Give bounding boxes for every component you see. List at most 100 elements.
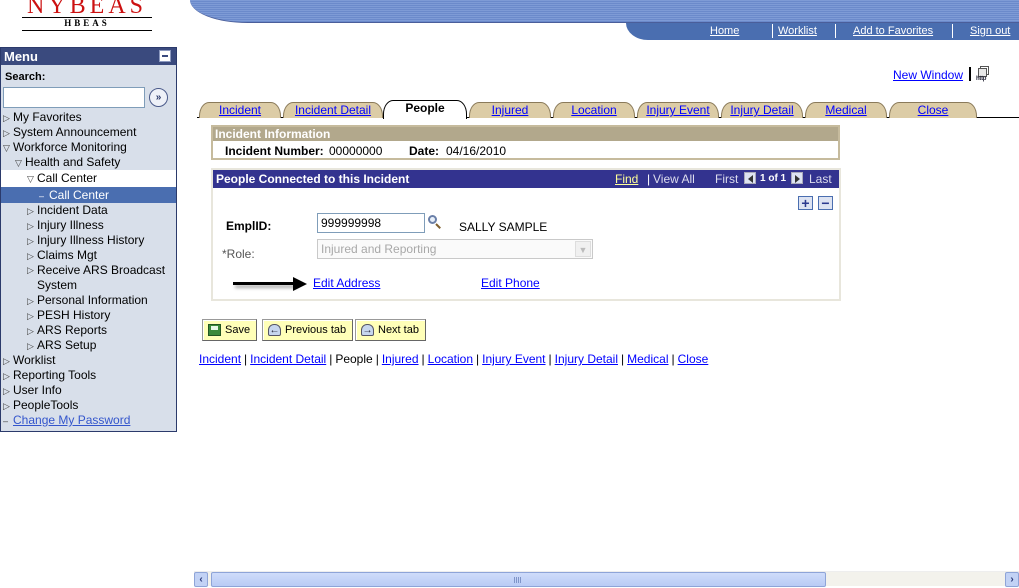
tab-location[interactable]: Location — [553, 102, 635, 118]
bottom-link-injured[interactable]: Injured — [382, 352, 419, 366]
bottom-link-incident[interactable]: Incident — [199, 352, 241, 366]
edit-phone-link[interactable]: Edit Phone — [481, 276, 540, 290]
add-row-button[interactable]: + — [798, 196, 813, 210]
first-label[interactable]: First — [715, 170, 738, 188]
menu-item-user-info[interactable]: ▷ User Info — [1, 383, 176, 398]
edit-address-link[interactable]: Edit Address — [313, 276, 380, 290]
menu-item-injury-illness-history[interactable]: ▷ Injury Illness History — [1, 233, 176, 248]
menu-item-claims-mgt[interactable]: ▷ Claims Mgt — [1, 248, 176, 263]
menu-item-my-favorites[interactable]: ▷ My Favorites — [1, 110, 176, 125]
menu-item-label: PeopleTools — [13, 398, 79, 412]
menu-item-label: My Favorites — [13, 110, 82, 124]
tab-injured[interactable]: Injured — [469, 102, 551, 118]
menu-item-ars-reports[interactable]: ▷ ARS Reports — [1, 323, 176, 338]
horizontal-scrollbar[interactable]: ‹ › — [194, 571, 1019, 587]
tab-label[interactable]: Close — [918, 103, 949, 117]
menu-item-injury-illness[interactable]: ▷ Injury Illness — [1, 218, 176, 233]
previous-tab-label: Previous tab — [285, 324, 347, 336]
tab-label[interactable]: Incident Detail — [295, 103, 371, 117]
http-link-icon[interactable]: http — [976, 66, 993, 83]
collapse-menu-icon[interactable] — [159, 50, 171, 62]
bottom-link-medical[interactable]: Medical — [627, 352, 668, 366]
menu-item-health-and-safety[interactable]: ▽ Health and Safety — [1, 155, 176, 170]
nav-worklist-link[interactable]: Worklist — [778, 25, 817, 38]
role-select[interactable]: Injured and Reporting ▼ — [317, 239, 593, 259]
expand-arrow-icon: ▷ — [3, 386, 10, 396]
tab-incident[interactable]: Incident — [199, 102, 281, 118]
menu-item-label: Health and Safety — [25, 155, 121, 169]
http-label: http — [976, 76, 987, 82]
tab-incident-detail[interactable]: Incident Detail — [283, 102, 383, 118]
menu-item-label: PESH History — [37, 308, 111, 322]
delete-row-button[interactable]: − — [818, 196, 833, 210]
search-go-button[interactable]: » — [149, 88, 168, 107]
menu-item-call-center-folder[interactable]: ▽ Call Center — [1, 170, 176, 187]
separator: | — [671, 352, 675, 366]
change-password-link[interactable]: Change My Password — [13, 413, 130, 427]
people-grid-header: People Connected to this Incident Find |… — [213, 170, 839, 188]
bottom-link-close[interactable]: Close — [678, 352, 709, 366]
scrollbar-thumb[interactable] — [211, 572, 826, 587]
menu-search-input[interactable] — [3, 87, 145, 108]
next-row-icon[interactable] — [791, 172, 803, 184]
tab-medical[interactable]: Medical — [805, 102, 887, 118]
menu-item-peopletools[interactable]: ▷ PeopleTools — [1, 398, 176, 413]
expand-arrow-icon: ▷ — [27, 296, 34, 306]
menu-item-label: Call Center — [37, 171, 98, 185]
last-label[interactable]: Last — [809, 170, 832, 188]
menu-item-pesh-history[interactable]: ▷ PESH History — [1, 308, 176, 323]
menu-item-label: ARS Setup — [37, 338, 97, 352]
menu-item-workforce-monitoring[interactable]: ▽ Workforce Monitoring — [1, 140, 176, 155]
menu-item-incident-data[interactable]: ▷ Incident Data — [1, 203, 176, 218]
menu-header: Menu — [1, 48, 176, 65]
nav-add-to-favorites-link[interactable]: Add to Favorites — [853, 25, 933, 38]
menu-item-personal-information[interactable]: ▷ Personal Information — [1, 293, 176, 308]
save-button[interactable]: Save — [202, 319, 258, 341]
nav-sign-out-link[interactable]: Sign out — [970, 25, 1010, 38]
previous-row-icon[interactable] — [744, 172, 756, 184]
tab-label[interactable]: Medical — [825, 103, 866, 117]
menu-item-system-announcement[interactable]: ▷ System Announcement — [1, 125, 176, 140]
tab-injury-event[interactable]: Injury Event — [637, 102, 719, 118]
next-tab-button[interactable]: Next tab — [355, 319, 426, 341]
find-link[interactable]: Find — [615, 170, 638, 188]
separator — [969, 67, 971, 81]
menu-item-receive-ars-broadcast-system[interactable]: ▷ Receive ARS Broadcast System — [1, 263, 176, 293]
previous-tab-button[interactable]: Previous tab — [262, 319, 354, 341]
menu-item-call-center-selected[interactable]: – Call Center — [1, 187, 176, 203]
tab-label[interactable]: Injury Detail — [730, 103, 793, 117]
role-label: *Role: — [222, 247, 255, 261]
menu-item-change-my-password[interactable]: – Change My Password — [1, 413, 176, 428]
menu-item-ars-setup[interactable]: ▷ ARS Setup — [1, 338, 176, 353]
menu-item-label: Injury Illness History — [37, 233, 145, 247]
menu-tree: ▷ My Favorites ▷ System Announcement ▽ Work… — [1, 110, 176, 428]
tab-label[interactable]: Injured — [492, 103, 529, 117]
bottom-link-injury-detail[interactable]: Injury Detail — [555, 352, 618, 366]
scrollbar-grip-icon — [514, 577, 521, 583]
emplid-input[interactable] — [317, 213, 425, 233]
lookup-magnifier-icon[interactable] — [428, 215, 442, 229]
separator: | — [548, 352, 552, 366]
separator: | — [476, 352, 480, 366]
search-label: Search: — [5, 71, 46, 83]
tab-people[interactable]: People — [383, 100, 467, 119]
scroll-right-button[interactable]: › — [1005, 572, 1019, 587]
scroll-left-button[interactable]: ‹ — [194, 572, 208, 587]
tab-label[interactable]: Location — [571, 103, 616, 117]
menu-item-label: System Announcement — [13, 125, 137, 139]
tab-injury-detail[interactable]: Injury Detail — [721, 102, 803, 118]
bottom-link-location[interactable]: Location — [428, 352, 473, 366]
new-window-link[interactable]: New Window — [893, 68, 963, 82]
incident-number-value: 00000000 — [329, 144, 383, 158]
bottom-link-incident-detail[interactable]: Incident Detail — [250, 352, 326, 366]
tab-label[interactable]: Injury Event — [646, 103, 709, 117]
menu-item-worklist[interactable]: ▷ Worklist — [1, 353, 176, 368]
dropdown-chevron-icon[interactable]: ▼ — [575, 241, 591, 257]
tab-close[interactable]: Close — [889, 102, 977, 118]
tab-label[interactable]: Incident — [219, 103, 261, 117]
bottom-link-injury-event[interactable]: Injury Event — [482, 352, 545, 366]
view-all-link[interactable]: View All — [653, 170, 695, 188]
incident-information-box: Incident Information Incident Number: 00… — [211, 125, 840, 160]
nav-home-link[interactable]: Home — [710, 25, 739, 38]
menu-item-reporting-tools[interactable]: ▷ Reporting Tools — [1, 368, 176, 383]
